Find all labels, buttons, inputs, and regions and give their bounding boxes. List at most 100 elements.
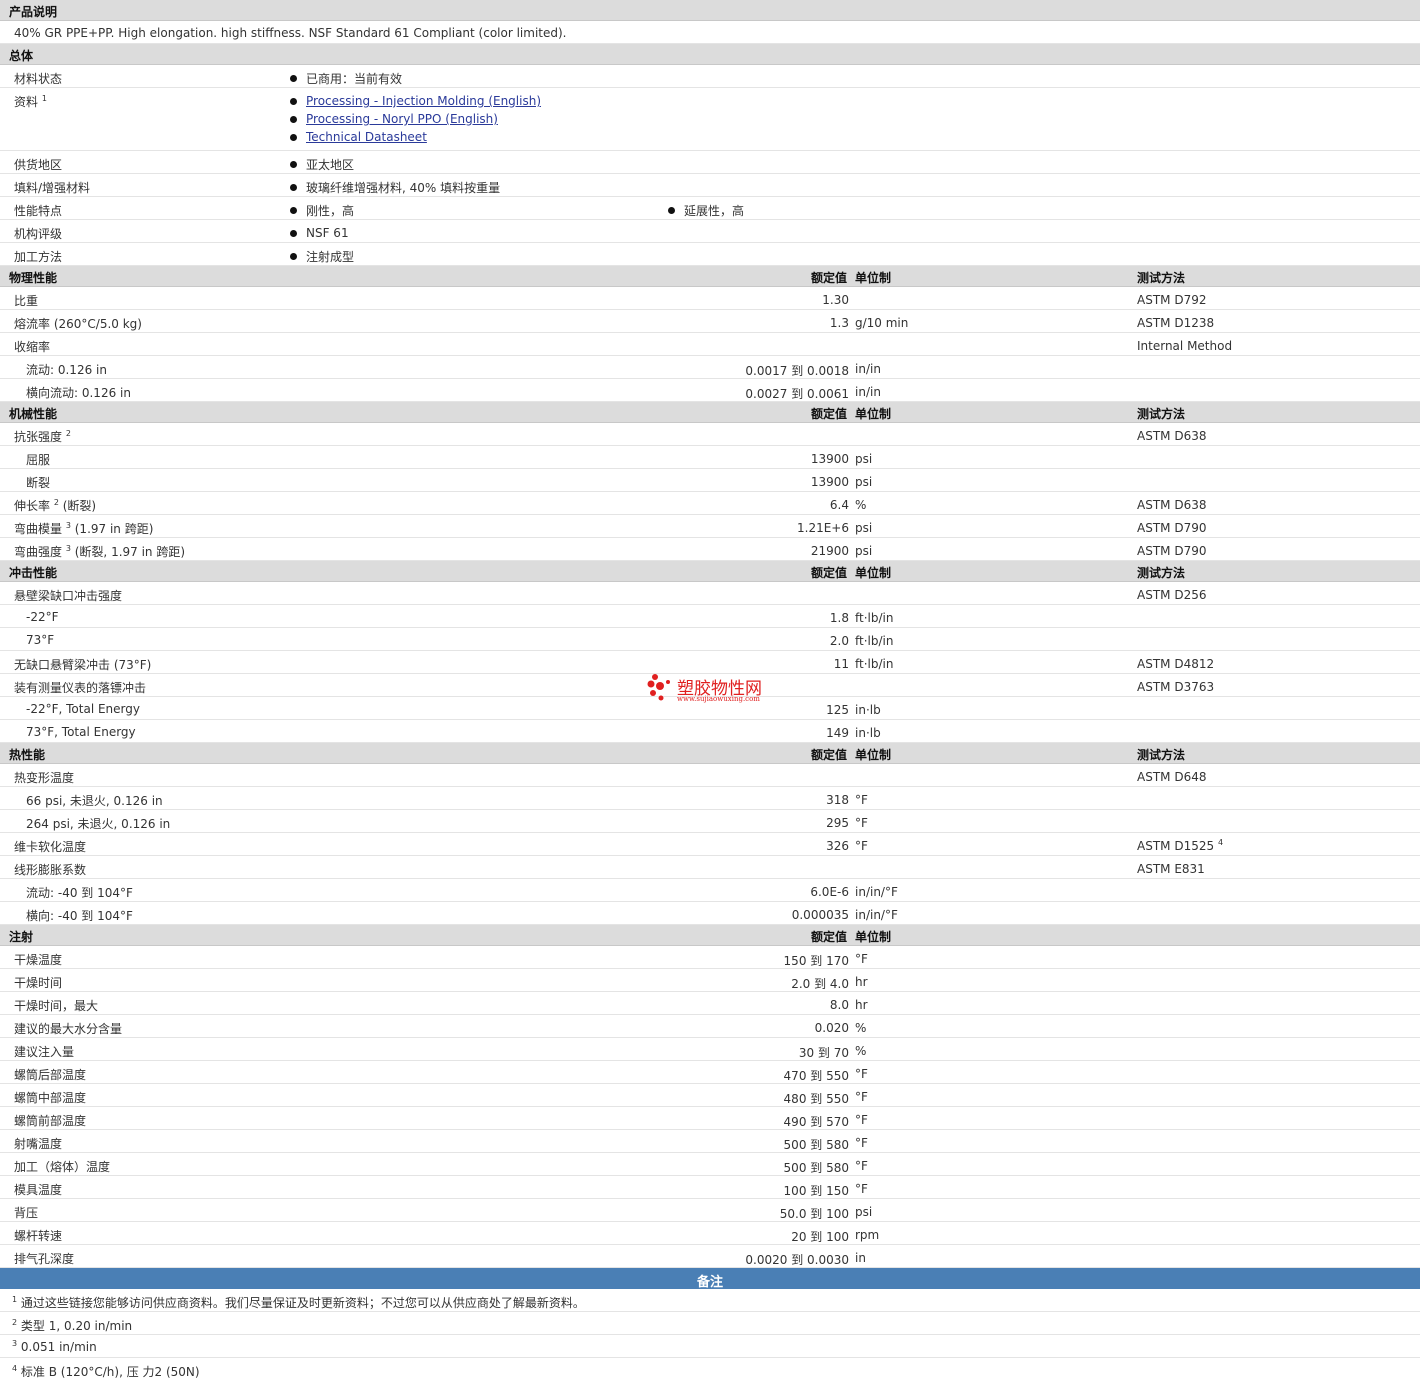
test-method: ASTM D638 [1137, 498, 1206, 512]
property-row: 流动: -40 到 104°F 6.0E-6 in/in/°F [0, 879, 1420, 902]
property-condition: (1.97 in 跨距) [70, 522, 154, 536]
property-label: 流动: 0.126 in [26, 361, 107, 378]
property-value: 8.0 [829, 998, 849, 1012]
test-method-text: ASTM D790 [1137, 521, 1207, 535]
property-unit: °F [855, 1067, 868, 1081]
property-value: 1.30 [822, 293, 849, 307]
bullet-icon [290, 183, 297, 191]
property-label: 热变形温度 [14, 769, 74, 786]
property-row: 73°F 2.0 ft·lb/in [0, 628, 1420, 651]
property-unit: rpm [855, 1228, 880, 1242]
property-name: 建议的最大水分含量 [14, 1022, 123, 1036]
property-value: 6.0E-6 [810, 885, 849, 899]
property-name: 装有测量仪表的落镖冲击 [14, 681, 147, 695]
test-method: ASTM D1525 4 [1137, 839, 1223, 854]
property-value: 0.0017 到 0.0018 [745, 364, 849, 378]
general-row: 加工方法 注射成型 [0, 243, 1420, 266]
document-link[interactable]: Technical Datasheet [306, 130, 427, 144]
general-values: 刚性，高 [290, 202, 354, 220]
property-name: 横向流动: 0.126 in [26, 386, 131, 400]
property-unit: in·lb [855, 726, 881, 740]
test-method: ASTM D3763 [1137, 680, 1214, 694]
property-label: 建议的最大水分含量 [14, 1020, 122, 1037]
property-value: 150 到 170 [783, 954, 849, 968]
general-label: 填料/增强材料 [14, 179, 90, 196]
property-unit: °F [855, 839, 868, 853]
property-row: 横向流动: 0.126 in 0.0027 到 0.0061 in/in [0, 379, 1420, 402]
general-label-text: 供货地区 [14, 158, 63, 172]
test-method: ASTM D790 [1137, 521, 1206, 535]
header-test-method: 测试方法 [1137, 271, 1186, 285]
general-label: 加工方法 [14, 248, 62, 265]
section-header-description: 产品说明 [0, 0, 1420, 21]
bullet-item[interactable]: Processing - Noryl PPO (English) [290, 109, 541, 129]
property-row: 弯曲强度 3 (断裂, 1.97 in 跨距) 21900 psi ASTM D790 [0, 538, 1420, 561]
property-name: 螺筒中部温度 [14, 1091, 87, 1105]
property-label: 73°F [26, 633, 54, 647]
general-label-text: 填料/增强材料 [14, 181, 91, 195]
section-title: 冲击性能 [9, 566, 58, 580]
general-value: NSF 61 [306, 226, 349, 240]
note-number: 4 [12, 1364, 18, 1373]
property-row: 模具温度 100 到 150 °F [0, 1176, 1420, 1199]
property-name: 维卡软化温度 [14, 840, 87, 854]
note-text: 3 0.051 in/min [12, 1340, 97, 1355]
property-row: 熔流率 (260°C/5.0 kg) 1.3 g/10 min ASTM D1238 [0, 310, 1420, 333]
property-value: 149 [826, 726, 849, 740]
property-row: 背压 50.0 到 100 psi [0, 1199, 1420, 1222]
bullet-item[interactable]: Processing - Injection Molding (English) [290, 91, 541, 111]
property-value: 0.0027 到 0.0061 [745, 387, 849, 401]
note-text: 2 类型 1, 0.20 in/min [12, 1317, 132, 1334]
property-label: 排气孔深度 [14, 1250, 74, 1267]
property-label: 73°F, Total Energy [26, 725, 136, 739]
document-link[interactable]: Processing - Noryl PPO (English) [306, 112, 498, 126]
bullet-item[interactable]: Technical Datasheet [290, 127, 541, 147]
general-row: 资料 1 Processing - Injection Molding (Engl… [0, 88, 1420, 151]
section-title: 总体 [9, 49, 34, 63]
property-value: 0.000035 [791, 908, 849, 922]
property-unit: °F [855, 793, 868, 807]
property-name: 干燥温度 [14, 953, 63, 967]
general-values: 已商用：当前有效 [290, 70, 402, 88]
property-value: 125 [826, 703, 849, 717]
property-unit: in·lb [855, 703, 881, 717]
property-name: 弯曲模量 [14, 522, 63, 536]
bullet-icon [290, 160, 297, 168]
description-text: 40% GR PPE+PP. High elongation. high sti… [14, 26, 567, 40]
property-row: 热变形温度 ASTM D648 [0, 764, 1420, 787]
property-row: 螺杆转速 20 到 100 rpm [0, 1222, 1420, 1245]
property-condition: (断裂, 1.97 in 跨距) [70, 545, 186, 559]
property-unit: hr [855, 998, 868, 1012]
header-unit: 单位制 [855, 271, 892, 285]
general-value: 刚性，高 [306, 203, 355, 218]
header-nominal: 额定值 [810, 271, 847, 285]
property-label: 无缺口悬臂梁冲击 (73°F) [14, 656, 151, 673]
property-unit: in [855, 1251, 866, 1265]
test-method: ASTM D790 [1137, 544, 1206, 558]
bullet-icon [290, 115, 297, 123]
document-link[interactable]: Processing - Injection Molding (English) [306, 94, 541, 108]
property-row: 比重 1.30 ASTM D792 [0, 287, 1420, 310]
general-values: 注射成型 [290, 248, 354, 266]
property-name: 螺筒后部温度 [14, 1068, 87, 1082]
property-value: 1.3 [829, 316, 849, 330]
test-method-text: Internal Method [1137, 339, 1233, 353]
note-content: 通过这些链接您能够访问供应商资料。我们尽量保证及时更新资料；不过您可以从供应商处… [20, 1296, 585, 1310]
test-method-text: ASTM D256 [1137, 588, 1207, 602]
description-row: 40% GR PPE+PP. High elongation. high sti… [0, 21, 1420, 44]
test-method: ASTM D638 [1137, 429, 1206, 443]
general-values: 玻璃纤维增强材料, 40% 填料按重量 [290, 179, 500, 197]
section-header: 冲击性能 额定值 单位制 测试方法 [0, 561, 1420, 582]
property-unit: °F [855, 1182, 868, 1196]
property-label: 加工（熔体）温度 [14, 1158, 110, 1175]
note-content: 标准 B (120°C/h), 压 力2 (50N) [20, 1365, 200, 1378]
general-value: 注射成型 [306, 249, 355, 264]
section-title: 物理性能 [9, 271, 58, 285]
property-name: 无缺口悬臂梁冲击 (73°F) [14, 658, 152, 672]
general-values-2: 延展性，高 [668, 202, 744, 220]
property-value: 13900 [810, 452, 849, 466]
property-label: 螺筒前部温度 [14, 1112, 86, 1129]
property-value: 326 [826, 839, 849, 853]
property-unit: in/in [855, 362, 881, 376]
property-name: 抗张强度 [14, 430, 63, 444]
